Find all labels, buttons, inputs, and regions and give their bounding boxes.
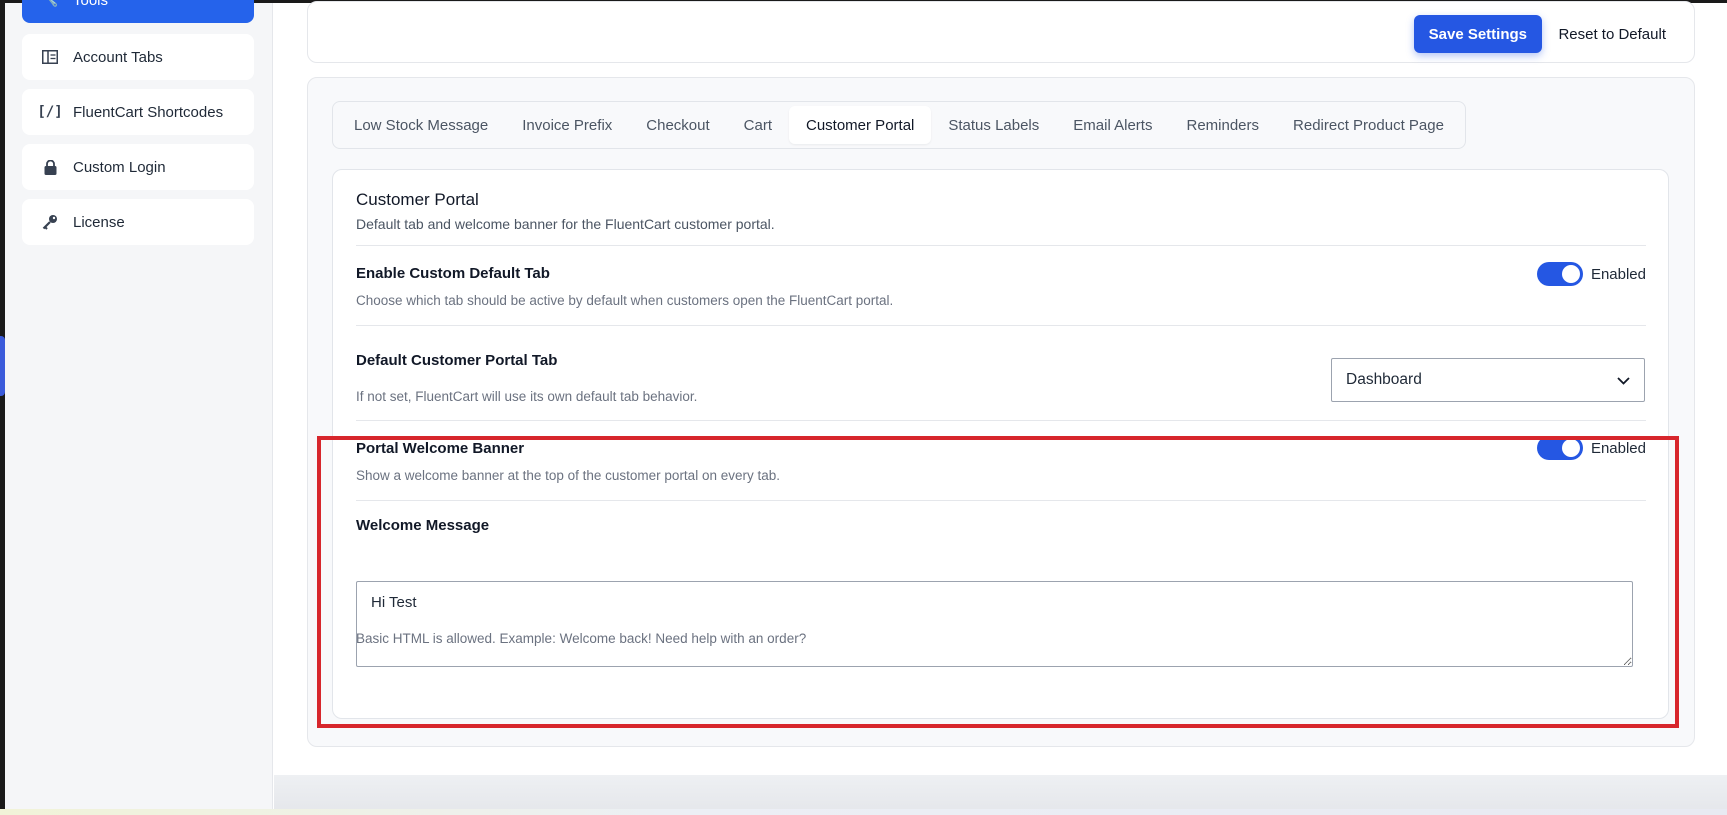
sidebar-item-tools[interactable]: 🔧 Tools	[22, 0, 254, 23]
columns-icon	[40, 50, 60, 64]
welcome-message-textarea[interactable]: Hi Test	[356, 581, 1633, 667]
divider	[356, 420, 1646, 421]
customer-portal-card: Customer Portal Default tab and welcome …	[332, 169, 1669, 719]
default-tab-select[interactable]: Dashboard	[1331, 358, 1645, 402]
screen-bottom-edge	[0, 809, 1727, 815]
enable-default-tab-label: Enable Custom Default Tab	[356, 265, 550, 282]
reset-default-button[interactable]: Reset to Default	[1550, 15, 1674, 53]
divider	[356, 325, 1646, 326]
sidebar-item-shortcodes[interactable]: [/] FluentCart Shortcodes	[22, 89, 254, 135]
select-value: Dashboard	[1346, 371, 1422, 388]
chevron-down-icon	[1617, 372, 1630, 388]
tab-status-labels[interactable]: Status Labels	[931, 106, 1056, 144]
welcome-banner-label: Portal Welcome Banner	[356, 440, 525, 457]
enable-default-tab-help: Choose which tab should be active by def…	[356, 293, 894, 308]
tab-redirect-product-page[interactable]: Redirect Product Page	[1276, 106, 1461, 144]
section-title: Customer Portal	[356, 190, 479, 209]
default-tab-label: Default Customer Portal Tab	[356, 352, 558, 369]
sidebar-item-license[interactable]: License	[22, 199, 254, 245]
tab-cart[interactable]: Cart	[727, 106, 789, 144]
section-description: Default tab and welcome banner for the F…	[356, 216, 775, 232]
settings-toolbar: Save Settings Reset to Default	[307, 1, 1695, 63]
welcome-banner-toggle-group: Enabled	[1536, 436, 1646, 460]
divider	[356, 500, 1646, 501]
welcome-message-label: Welcome Message	[356, 517, 490, 534]
toggle-status-label: Enabled	[1590, 265, 1646, 283]
save-settings-button[interactable]: Save Settings	[1413, 15, 1542, 53]
key-icon	[40, 214, 60, 230]
sidebar-item-label: Tools	[73, 0, 109, 9]
welcome-message-help: Basic HTML is allowed. Example: Welcome …	[356, 631, 807, 646]
shortcode-brackets-icon: [/]	[37, 104, 63, 120]
tab-low-stock-message[interactable]: Low Stock Message	[337, 106, 505, 144]
lock-icon	[40, 159, 60, 175]
tab-checkout[interactable]: Checkout	[629, 106, 726, 144]
enable-default-tab-toggle-group: Enabled	[1536, 262, 1646, 286]
settings-panel: Low Stock Message Invoice Prefix Checkou…	[307, 77, 1695, 747]
sidebar-item-label: Account Tabs	[73, 48, 163, 66]
welcome-banner-help: Show a welcome banner at the top of the …	[356, 468, 780, 483]
sidebar: 🔧 Tools Account Tabs [/] FluentCart Shor…	[5, 0, 273, 815]
tab-invoice-prefix[interactable]: Invoice Prefix	[505, 106, 629, 144]
enable-default-tab-toggle[interactable]	[1536, 262, 1583, 286]
settings-tabs: Low Stock Message Invoice Prefix Checkou…	[332, 101, 1466, 149]
tab-reminders[interactable]: Reminders	[1169, 106, 1276, 144]
sidebar-item-label: License	[73, 213, 125, 231]
default-tab-help: If not set, FluentCart will use its own …	[356, 389, 698, 404]
welcome-banner-toggle[interactable]	[1536, 436, 1583, 460]
wrench-icon: 🔧	[41, 0, 59, 8]
sidebar-item-account-tabs[interactable]: Account Tabs	[22, 34, 254, 80]
tab-email-alerts[interactable]: Email Alerts	[1056, 106, 1169, 144]
sidebar-item-label: FluentCart Shortcodes	[73, 103, 224, 121]
divider	[356, 245, 1646, 246]
tab-customer-portal[interactable]: Customer Portal	[789, 106, 932, 144]
toggle-status-label: Enabled	[1590, 439, 1646, 457]
sidebar-item-custom-login[interactable]: Custom Login	[22, 144, 254, 190]
main-content: Save Settings Reset to Default Low Stock…	[274, 1, 1727, 815]
sidebar-item-label: Custom Login	[73, 158, 166, 176]
